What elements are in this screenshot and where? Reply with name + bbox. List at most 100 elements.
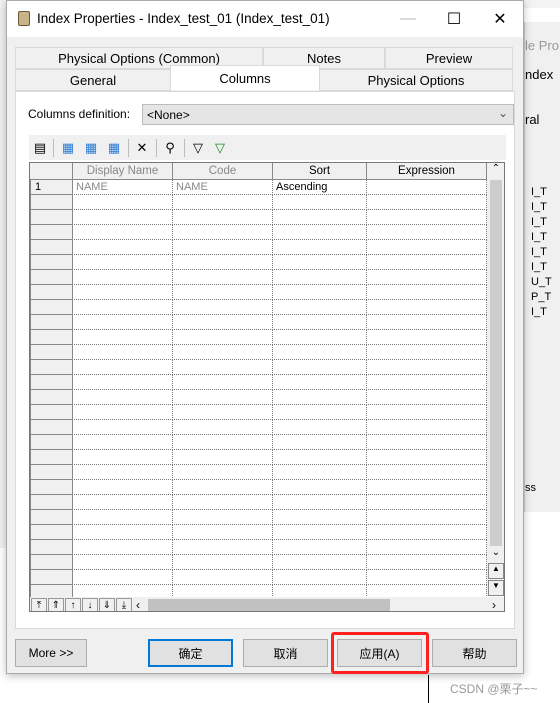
cell-display-name[interactable] [73, 450, 173, 465]
cell-sort[interactable] [273, 285, 367, 300]
cell-expression[interactable] [367, 225, 487, 240]
row-header[interactable] [30, 510, 73, 525]
cell-expression[interactable] [367, 420, 487, 435]
tab-preview[interactable]: Preview [385, 47, 513, 69]
cell-display-name[interactable] [73, 330, 173, 345]
table-row[interactable] [30, 510, 487, 525]
tab-physical-options[interactable]: Physical Options [319, 69, 513, 91]
insert-column-icon[interactable]: ▦ [82, 139, 100, 156]
cell-code[interactable] [173, 405, 273, 420]
cell-code[interactable] [173, 525, 273, 540]
table-row[interactable] [30, 435, 487, 450]
cell-display-name[interactable] [73, 360, 173, 375]
cell-code[interactable] [173, 450, 273, 465]
table-row[interactable] [30, 255, 487, 270]
cell-sort[interactable]: Ascending [273, 180, 367, 195]
cell-expression[interactable] [367, 270, 487, 285]
table-row[interactable] [30, 480, 487, 495]
row-header[interactable] [30, 495, 73, 510]
row-header[interactable] [30, 300, 73, 315]
cell-sort[interactable] [273, 240, 367, 255]
close-button[interactable]: ✕ [477, 1, 523, 37]
table-row[interactable] [30, 405, 487, 420]
cell-code[interactable] [173, 555, 273, 570]
cell-code[interactable] [173, 315, 273, 330]
cell-sort[interactable] [273, 570, 367, 585]
row-header[interactable] [30, 540, 73, 555]
properties-icon[interactable]: ▤ [31, 139, 49, 156]
row-header[interactable] [30, 480, 73, 495]
row-header[interactable] [30, 255, 73, 270]
cell-expression[interactable] [367, 315, 487, 330]
find-icon[interactable]: ⚲ [161, 139, 179, 156]
move-page-down-icon[interactable]: ⇓ [99, 598, 115, 611]
cell-sort[interactable] [273, 210, 367, 225]
cell-display-name[interactable] [73, 255, 173, 270]
vertical-scrollbar[interactable]: ⌃ ⌄ ▲ ▼ [487, 163, 504, 596]
row-header[interactable] [30, 390, 73, 405]
row-header[interactable] [30, 570, 73, 585]
cell-expression[interactable] [367, 570, 487, 585]
cell-expression[interactable] [367, 360, 487, 375]
table-row[interactable] [30, 360, 487, 375]
cell-sort[interactable] [273, 405, 367, 420]
table-row[interactable] [30, 300, 487, 315]
cell-expression[interactable] [367, 180, 487, 195]
table-row[interactable] [30, 315, 487, 330]
cell-code[interactable] [173, 540, 273, 555]
row-header[interactable] [30, 420, 73, 435]
cell-code[interactable] [173, 330, 273, 345]
scroll-bottom-icon[interactable]: ▼ [488, 580, 504, 596]
cell-code[interactable] [173, 495, 273, 510]
row-header[interactable]: 1 [30, 180, 73, 195]
cell-display-name[interactable] [73, 225, 173, 240]
cell-code[interactable] [173, 360, 273, 375]
minimize-button[interactable]: — [385, 1, 431, 37]
cell-expression[interactable] [367, 405, 487, 420]
cell-display-name[interactable] [73, 345, 173, 360]
cell-expression[interactable] [367, 450, 487, 465]
cell-code[interactable] [173, 390, 273, 405]
scroll-down-icon[interactable]: ⌄ [487, 547, 504, 563]
scrollbar-thumb[interactable] [490, 180, 502, 546]
cell-sort[interactable] [273, 330, 367, 345]
cell-expression[interactable] [367, 195, 487, 210]
table-row[interactable] [30, 195, 487, 210]
header-expression[interactable]: Expression [367, 163, 487, 180]
cell-display-name[interactable] [73, 555, 173, 570]
row-header[interactable] [30, 360, 73, 375]
cell-expression[interactable] [367, 495, 487, 510]
cell-display-name[interactable] [73, 570, 173, 585]
scroll-right-icon[interactable]: › [492, 598, 496, 611]
row-header[interactable] [30, 345, 73, 360]
cell-display-name[interactable] [73, 525, 173, 540]
cell-sort[interactable] [273, 510, 367, 525]
cell-display-name[interactable] [73, 405, 173, 420]
cell-sort[interactable] [273, 480, 367, 495]
cell-code[interactable] [173, 270, 273, 285]
move-top-icon[interactable]: ⤒ [31, 598, 47, 611]
cell-display-name[interactable]: NAME [73, 180, 173, 195]
cell-display-name[interactable] [73, 375, 173, 390]
cell-code[interactable] [173, 210, 273, 225]
cell-expression[interactable] [367, 330, 487, 345]
cell-display-name[interactable] [73, 285, 173, 300]
row-header[interactable] [30, 210, 73, 225]
tab-columns[interactable]: Columns [170, 65, 320, 90]
row-header[interactable] [30, 375, 73, 390]
cell-expression[interactable] [367, 510, 487, 525]
cell-code[interactable] [173, 225, 273, 240]
scroll-left-icon[interactable]: ‹ [136, 598, 140, 611]
table-row[interactable] [30, 450, 487, 465]
cell-sort[interactable] [273, 420, 367, 435]
move-up-icon[interactable]: ↑ [65, 598, 81, 611]
cell-code[interactable] [173, 420, 273, 435]
cell-sort[interactable] [273, 300, 367, 315]
cell-code[interactable]: NAME [173, 180, 273, 195]
table-row[interactable] [30, 570, 487, 585]
cell-display-name[interactable] [73, 495, 173, 510]
cell-display-name[interactable] [73, 390, 173, 405]
cell-expression[interactable] [367, 285, 487, 300]
table-row[interactable] [30, 330, 487, 345]
move-bottom-icon[interactable]: ⤓ [116, 598, 132, 611]
